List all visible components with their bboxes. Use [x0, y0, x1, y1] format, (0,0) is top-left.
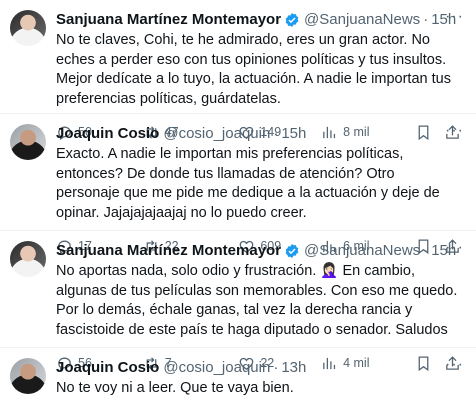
more-icon[interactable]: ··· — [445, 123, 464, 139]
tweet-text: No te claves, Cohi, te he admirado, eres… — [56, 32, 451, 107]
separator-dot: · — [423, 242, 429, 259]
more-icon[interactable]: ··· — [445, 240, 464, 256]
tweet-header: Joaquin Cosio @cosio_joaquin · 13h — [56, 358, 464, 378]
tweet-header: Joaquin Cosio @cosio_joaquin · 15h — [56, 124, 464, 144]
avatar[interactable] — [10, 124, 46, 160]
separator-dot: · — [273, 359, 279, 376]
tweet[interactable]: Joaquin Cosio @cosio_joaquin · 13h ··· N… — [0, 348, 476, 403]
tweet[interactable]: Sanjuana Martínez Montemayor @SanjuanaNe… — [0, 231, 476, 371]
tweet-header: Sanjuana Martínez Montemayor @SanjuanaNe… — [56, 10, 464, 30]
more-icon[interactable]: ··· — [445, 357, 464, 373]
separator-dot: · — [423, 11, 429, 28]
tweet-text: No te voy ni a leer. Que te vaya bien. — [56, 380, 294, 396]
author-handle[interactable]: @SanjuanaNews — [304, 241, 420, 261]
avatar[interactable] — [10, 241, 46, 277]
more-icon[interactable]: ··· — [445, 9, 464, 25]
timestamp[interactable]: 13h — [281, 358, 306, 378]
author-name[interactable]: Joaquin Cosio — [56, 124, 159, 144]
tweet[interactable]: Joaquin Cosio @cosio_joaquin · 15h ··· E… — [0, 114, 476, 254]
avatar[interactable] — [10, 10, 46, 46]
author-name[interactable]: Sanjuana Martínez Montemayor — [56, 10, 281, 30]
tweet-text: Exacto. A nadie le importan mis preferen… — [56, 146, 440, 221]
timestamp[interactable]: 15h — [281, 124, 306, 144]
author-name[interactable]: Sanjuana Martínez Montemayor — [56, 241, 281, 261]
author-name[interactable]: Joaquin Cosio — [56, 358, 159, 378]
verified-badge-icon — [285, 13, 299, 27]
tweet-text: No aportas nada, solo odio y frustración… — [56, 263, 458, 338]
author-handle[interactable]: @cosio_joaquin — [163, 124, 270, 144]
author-handle[interactable]: @cosio_joaquin — [163, 358, 270, 378]
tweet[interactable]: Sanjuana Martínez Montemayor @SanjuanaNe… — [0, 0, 476, 140]
separator-dot: · — [273, 125, 279, 142]
tweet-header: Sanjuana Martínez Montemayor @SanjuanaNe… — [56, 241, 464, 261]
tweet-thread: Sanjuana Martínez Montemayor @SanjuanaNe… — [0, 0, 476, 403]
avatar[interactable] — [10, 358, 46, 394]
verified-badge-icon — [285, 244, 299, 258]
author-handle[interactable]: @SanjuanaNews — [304, 10, 420, 30]
